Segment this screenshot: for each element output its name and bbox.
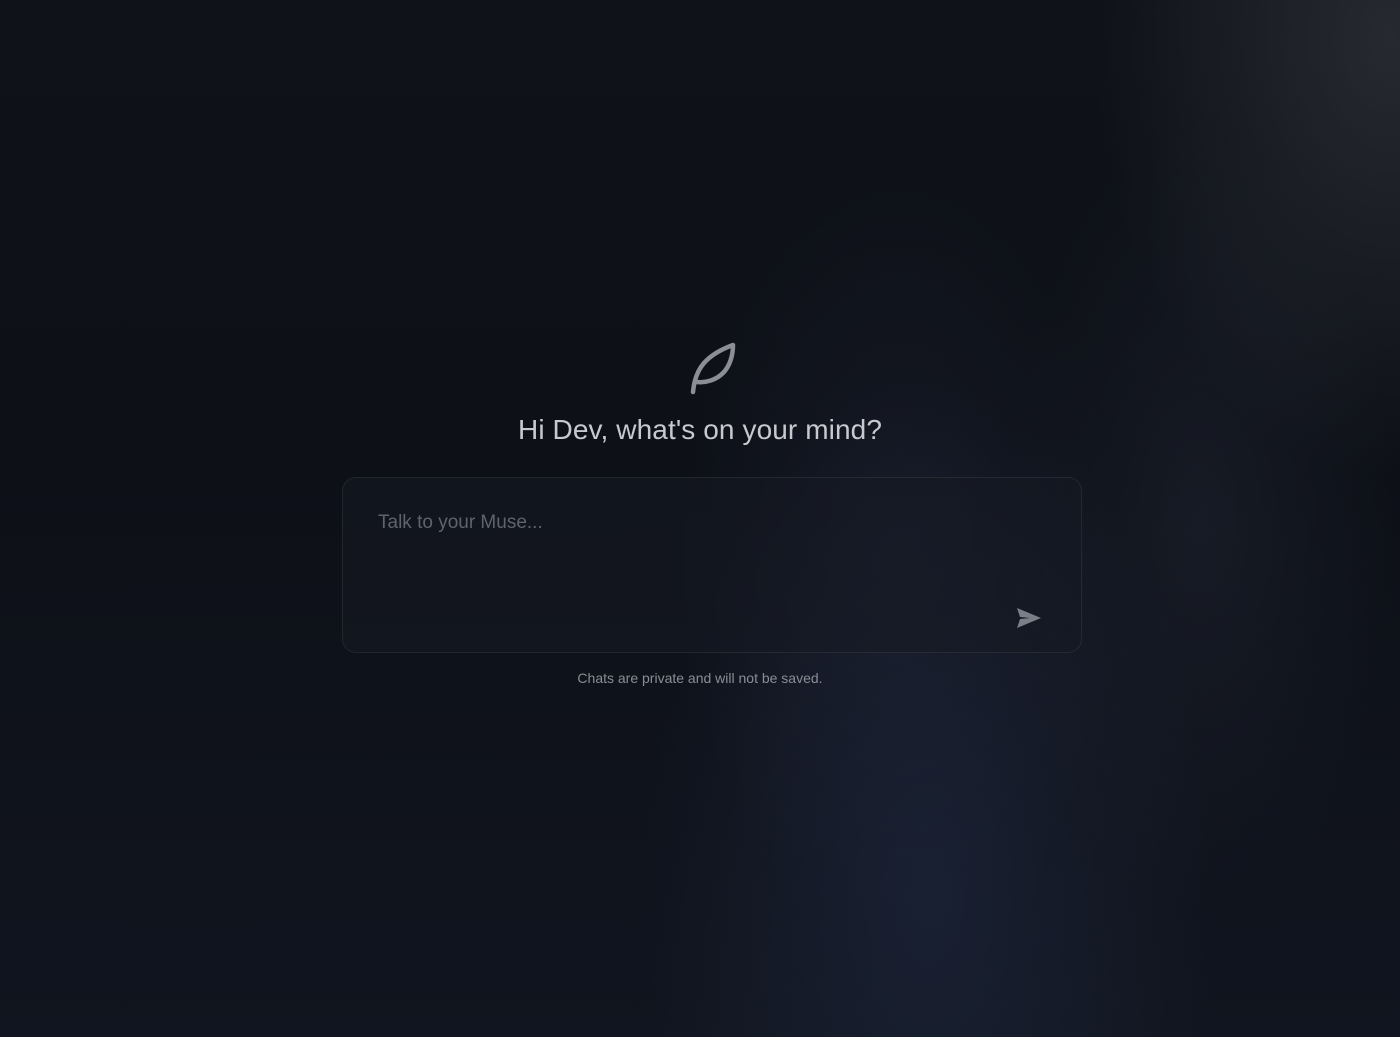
page-title: Hi Dev, what's on your mind? bbox=[518, 414, 882, 445]
leaf-icon bbox=[688, 341, 738, 395]
main-content: Hi Dev, what's on your mind? Chats are p… bbox=[0, 0, 1400, 1037]
send-button[interactable] bbox=[1015, 605, 1047, 631]
chat-input[interactable] bbox=[378, 510, 998, 620]
send-arrow-icon bbox=[1015, 606, 1047, 630]
privacy-note: Chats are private and will not be saved. bbox=[577, 670, 823, 686]
chat-box bbox=[342, 477, 1082, 653]
